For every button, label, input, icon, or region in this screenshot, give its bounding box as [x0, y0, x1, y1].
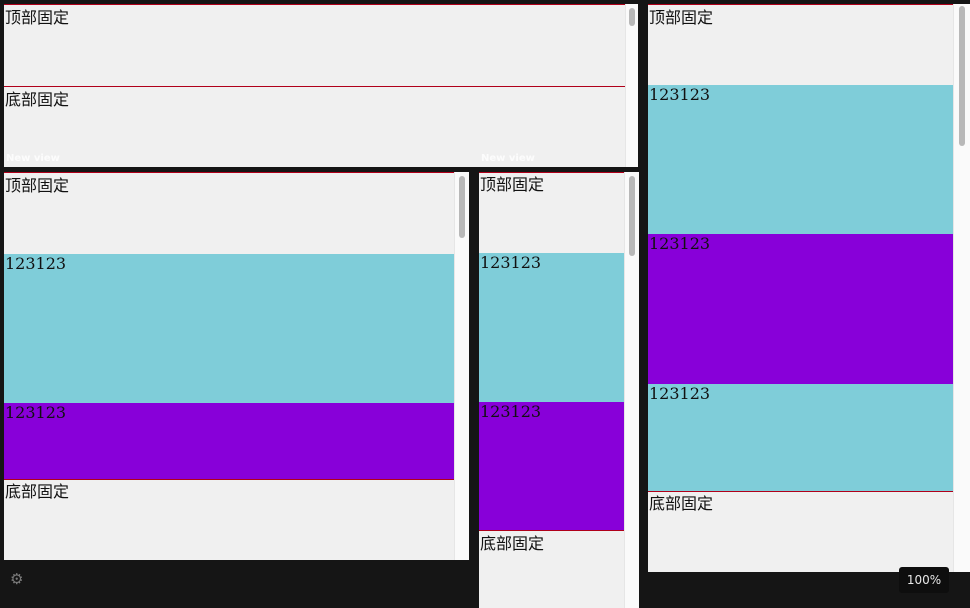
- content-row: 123123: [4, 403, 454, 479]
- bottom-fixed-label: 底部固定: [649, 494, 714, 513]
- top-divider: [4, 4, 625, 5]
- bottom-divider: [4, 479, 454, 480]
- view-panel-d-content: 顶部固定 123123 123123 123123 底部固定: [648, 4, 953, 572]
- content-row-label: 123123: [649, 85, 711, 104]
- content-row-label: 123123: [649, 234, 711, 253]
- top-divider: [648, 4, 953, 5]
- view-panel-a-content: 顶部固定 底部固定: [4, 4, 625, 167]
- scrollbar-thumb[interactable]: [459, 176, 465, 238]
- view-panel-b-scrollbar[interactable]: [454, 172, 469, 560]
- bottom-divider: [479, 530, 625, 531]
- scrollbar-thumb[interactable]: [629, 8, 635, 26]
- view-panel-c-content: 顶部固定 123123 123123 底部固定: [479, 172, 625, 608]
- content-row-label: 123123: [480, 253, 542, 272]
- gear-icon[interactable]: ⚙: [10, 571, 26, 587]
- content-row-label: 123123: [649, 384, 711, 403]
- view-panel-a-scrollbar[interactable]: [625, 4, 638, 167]
- top-fixed-label: 顶部固定: [480, 175, 545, 194]
- zoom-level-indicator[interactable]: 100%: [899, 567, 949, 593]
- view-panel-b[interactable]: 顶部固定 123123 123123 底部固定: [4, 172, 469, 560]
- bottom-divider: [648, 491, 953, 492]
- content-row-label: 123123: [5, 403, 67, 422]
- top-fixed-label: 顶部固定: [649, 8, 714, 27]
- view-panel-b-content: 顶部固定 123123 123123 底部固定: [4, 172, 454, 560]
- scrollbar-thumb[interactable]: [959, 6, 965, 146]
- bottom-fixed-label: 底部固定: [5, 482, 70, 501]
- scrollbar-thumb[interactable]: [629, 176, 635, 256]
- content-row-label: 123123: [5, 254, 67, 273]
- top-divider: [479, 172, 625, 173]
- top-divider: [4, 172, 454, 173]
- content-row-label: 123123: [480, 402, 542, 421]
- view-panel-a[interactable]: 顶部固定 底部固定: [4, 4, 638, 167]
- view-panel-d-scrollbar[interactable]: [953, 4, 970, 572]
- view-title-a: New view: [6, 153, 60, 164]
- content-row: 123123: [479, 253, 625, 402]
- bottom-fixed-label: 底部固定: [5, 90, 70, 109]
- content-row: 123123: [648, 384, 953, 491]
- top-fixed-label: 顶部固定: [5, 176, 70, 195]
- content-row: 123123: [479, 402, 625, 530]
- top-fixed-label: 顶部固定: [5, 8, 70, 27]
- content-row: 123123: [648, 85, 953, 234]
- workspace: 顶部固定 底部固定 New view 顶部固定 123123 123123 底部…: [0, 0, 970, 608]
- bottom-fixed-label: 底部固定: [480, 534, 545, 553]
- view-panel-c-scrollbar[interactable]: [624, 172, 639, 608]
- view-panel-c[interactable]: 顶部固定 123123 123123 底部固定: [479, 172, 639, 608]
- content-row: 123123: [648, 234, 953, 384]
- view-title-c: New view: [481, 153, 535, 164]
- content-row: 123123: [4, 254, 454, 403]
- bottom-divider: [4, 86, 625, 87]
- view-panel-d[interactable]: 顶部固定 123123 123123 123123 底部固定: [648, 4, 970, 572]
